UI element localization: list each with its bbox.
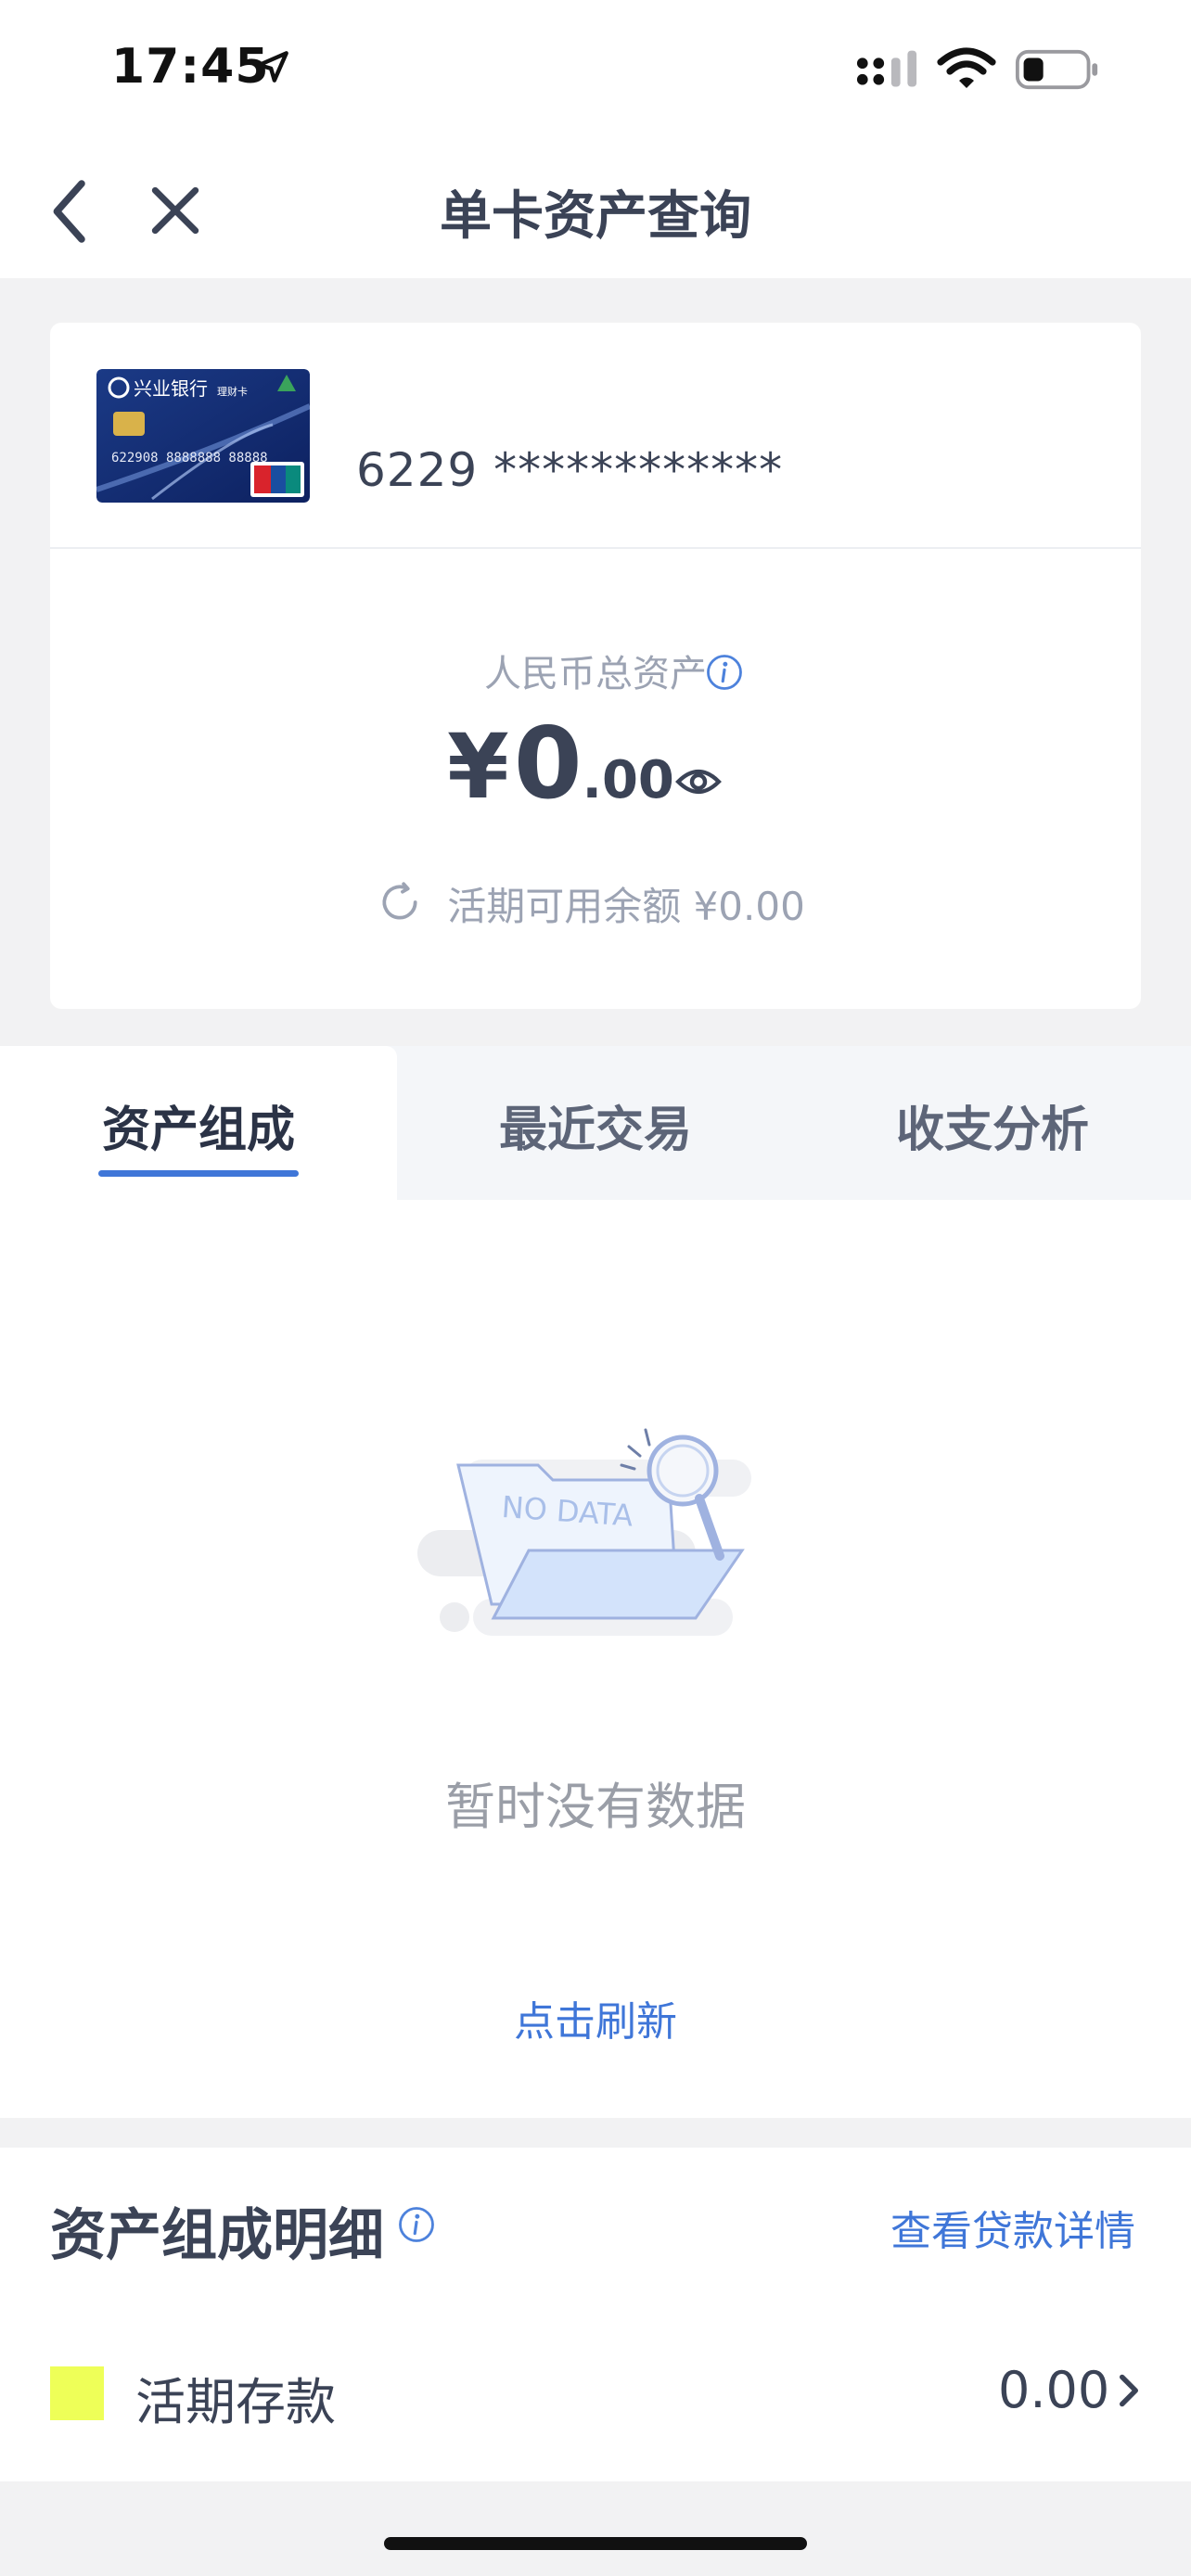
info-icon[interactable] <box>397 2205 436 2244</box>
available-balance: 活期可用余额 ¥0.00 <box>0 875 1191 932</box>
home-indicator[interactable] <box>384 2537 807 2550</box>
asset-item-value[interactable]: 0.00 <box>998 2361 1109 2419</box>
available-balance-value: ¥0.00 <box>693 884 805 929</box>
legend-swatch <box>50 2366 104 2420</box>
tab-asset-composition[interactable]: 资产组成 <box>0 1090 397 1160</box>
tab-income-expense-analysis[interactable]: 收支分析 <box>794 1090 1191 1160</box>
no-data-illustration: NO DATA <box>417 1428 751 1636</box>
empty-state-message: 暂时没有数据 <box>445 1778 746 1836</box>
active-tab-indicator <box>98 1170 299 1177</box>
chevron-right-icon[interactable] <box>1117 2372 1141 2409</box>
battery-icon <box>1015 49 1098 90</box>
amount-decimal: .00 <box>582 750 674 810</box>
status-time: 17:45 <box>111 39 270 95</box>
currency-symbol: ¥ <box>447 715 509 819</box>
info-icon[interactable] <box>705 653 744 692</box>
page-title: 单卡资产查询 <box>440 186 751 247</box>
card-bank-name: 兴业银行 <box>134 377 208 400</box>
bank-card-image[interactable]: 兴业银行 理财卡 622908 8888888 88888 <box>96 369 310 503</box>
available-balance-label: 活期可用余额 <box>447 884 682 929</box>
asset-details-title: 资产组成明细 <box>50 2203 384 2268</box>
location-arrow-icon <box>257 51 288 83</box>
eye-icon[interactable] <box>675 759 722 805</box>
total-assets-label: 人民币总资产 <box>484 653 707 695</box>
amount-integer: 0 <box>513 707 583 821</box>
card-type-label: 理财卡 <box>217 385 248 398</box>
total-assets-amount: ¥ 0.00 <box>0 707 1191 821</box>
wifi-icon <box>937 47 996 88</box>
asset-item-label[interactable]: 活期存款 <box>135 2361 336 2434</box>
divider <box>50 547 1141 549</box>
refresh-link[interactable]: 点击刷新 <box>0 1988 1191 2047</box>
tab-recent-transactions[interactable]: 最近交易 <box>397 1090 794 1160</box>
card-print-number: 622908 8888888 88888 <box>111 451 268 465</box>
signal-icon <box>856 50 917 87</box>
view-loan-details-link[interactable]: 查看贷款详情 <box>890 2198 1135 2257</box>
card-number: 6229 ************ <box>356 443 784 497</box>
